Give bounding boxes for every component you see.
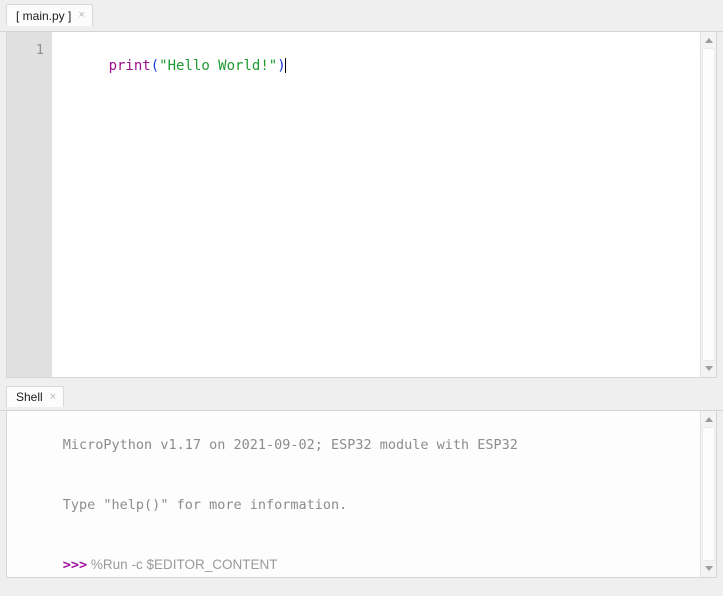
editor-tab-bar: [ main.py ] × <box>0 0 723 32</box>
code-line-1[interactable]: print("Hello World!") <box>58 42 286 90</box>
close-icon[interactable]: × <box>50 391 56 403</box>
tab-shell[interactable]: Shell × <box>6 386 65 407</box>
shell-prompt-marker: >>> <box>62 557 88 573</box>
close-icon[interactable]: × <box>78 10 84 21</box>
text-cursor <box>284 58 286 73</box>
editor-scrollbar-thumb[interactable] <box>702 48 715 361</box>
tab-shell-label: Shell <box>16 390 43 404</box>
scroll-up-arrow-icon[interactable] <box>701 33 716 48</box>
tab-main-py[interactable]: [ main.py ] × <box>6 4 93 26</box>
scroll-down-arrow-icon[interactable] <box>701 361 716 376</box>
shell-banner-line: Type "help()" for more information. <box>14 475 700 535</box>
scroll-up-arrow-icon[interactable] <box>701 412 716 427</box>
code-text-area[interactable]: print("Hello World!") <box>52 32 700 377</box>
line-number: 1 <box>35 42 44 58</box>
code-token-function: print <box>108 58 151 74</box>
editor-vertical-scrollbar[interactable] <box>700 32 716 377</box>
code-editor-pane[interactable]: 1 print("Hello World!") <box>6 32 717 378</box>
shell-banner-line: MicroPython v1.17 on 2021-09-02; ESP32 m… <box>14 415 700 475</box>
shell-banner-text-1: MicroPython v1.17 on 2021-09-02; ESP32 m… <box>62 437 518 453</box>
code-token-open-paren: ( <box>150 58 160 74</box>
shell-pane[interactable]: MicroPython v1.17 on 2021-09-02; ESP32 m… <box>6 411 717 578</box>
shell-scrollbar-thumb[interactable] <box>702 427 715 561</box>
code-token-string: "Hello World!" <box>159 58 278 74</box>
line-number-gutter: 1 <box>7 32 52 377</box>
shell-command-line: >>> %Run -c $EDITOR_CONTENT <box>14 535 700 577</box>
tab-main-py-label: [ main.py ] <box>16 8 72 23</box>
shell-output-area[interactable]: MicroPython v1.17 on 2021-09-02; ESP32 m… <box>7 411 700 577</box>
shell-banner-text-2: Type "help()" for more information. <box>62 497 348 513</box>
scroll-down-arrow-icon[interactable] <box>701 561 716 576</box>
shell-command-text: %Run -c $EDITOR_CONTENT <box>87 557 278 572</box>
shell-tab-bar: Shell × <box>0 383 723 411</box>
shell-vertical-scrollbar[interactable] <box>700 411 716 577</box>
